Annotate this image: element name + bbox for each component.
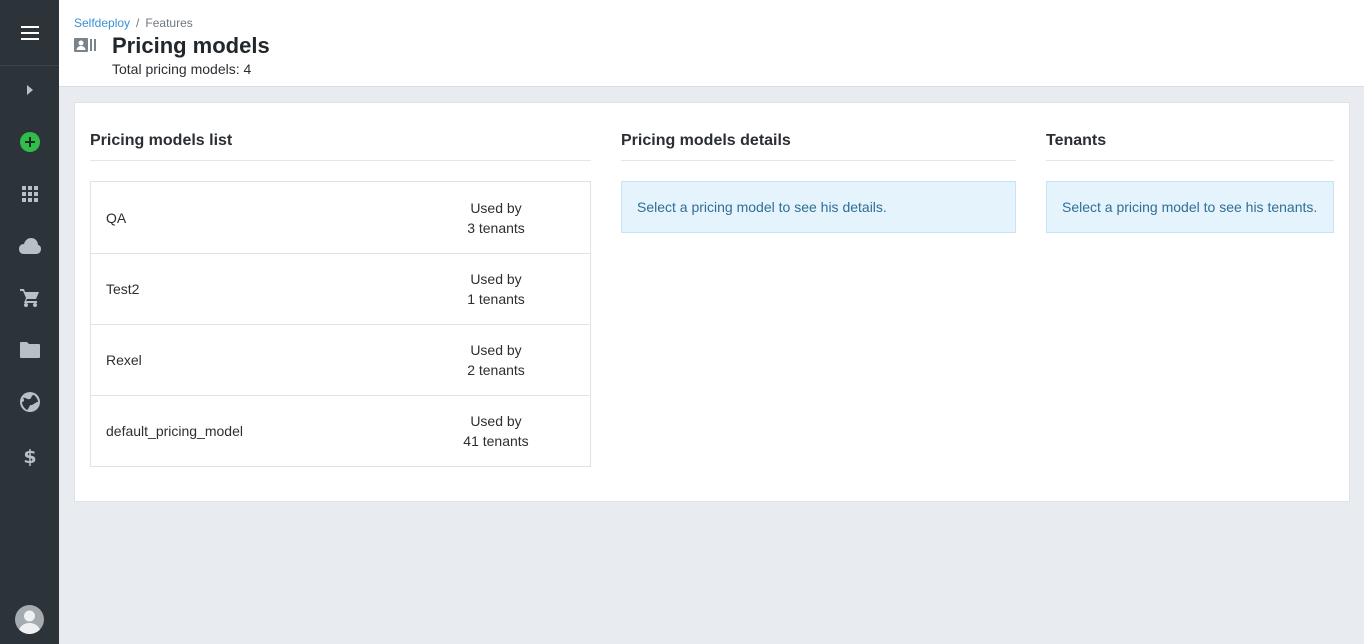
usage-label: Used by [470, 271, 522, 287]
sidebar-item-cloud[interactable] [0, 220, 59, 272]
globe-icon [19, 392, 40, 412]
sidebar-item-globe[interactable] [0, 376, 59, 428]
pricing-model-row-qa[interactable]: QA Used by 3 tenants [91, 182, 590, 253]
pricing-model-usage: Used by 2 tenants [431, 340, 561, 380]
pricing-model-name: Test2 [106, 281, 140, 297]
pricing-model-name: QA [106, 209, 127, 226]
user-avatar[interactable] [15, 605, 44, 634]
folder-icon [19, 342, 40, 358]
pricing-model-row-test2[interactable]: Test2 Used by 1 tenants [91, 253, 590, 324]
sidebar-item-apps[interactable] [0, 168, 59, 220]
pricing-model-name: default_pricing_model [106, 423, 243, 439]
pricing-model-details-panel: Pricing models details Select a pricing … [621, 103, 1016, 233]
cart-icon [19, 289, 39, 307]
pricing-models-list: QA Used by 3 tenants Test2 Used by 1 ten… [90, 181, 591, 467]
breadcrumb-separator: / [136, 16, 140, 30]
chevron-right-icon [26, 85, 33, 95]
sidebar-item-folder[interactable] [0, 324, 59, 376]
tenants-title: Tenants [1046, 103, 1334, 161]
dollar-icon: $ [23, 446, 36, 466]
sidebar-item-add[interactable] [0, 116, 59, 168]
add-icon [19, 132, 40, 152]
page-subtitle: Total pricing models: 4 [112, 61, 252, 77]
tenant-count: 2 tenants [467, 362, 525, 378]
details-info-message: Select a pricing model to see his detail… [621, 181, 1016, 233]
user-avatar-icon [18, 610, 41, 634]
usage-label: Used by [470, 413, 522, 429]
page-header: Selfdeploy / Features Pricing models Tot… [59, 0, 1364, 87]
pricing-models-list-title: Pricing models list [90, 103, 591, 161]
hamburger-menu-icon [20, 25, 39, 40]
sidebar-expand-button[interactable] [0, 66, 59, 114]
page-title: Pricing models [112, 33, 270, 58]
content-card: Pricing models list QA Used by 3 tenants… [74, 102, 1350, 502]
sidebar-menu-toggle[interactable] [0, 0, 59, 66]
pricing-model-usage: Used by 3 tenants [431, 198, 561, 238]
id-card-icon [74, 38, 96, 57]
tenant-count: 41 tenants [463, 433, 529, 449]
pricing-model-usage: Used by 1 tenants [431, 269, 561, 309]
pricing-model-usage: Used by 41 tenants [431, 411, 561, 451]
tenants-info-message: Select a pricing model to see his tenant… [1046, 181, 1334, 233]
pricing-models-list-panel: Pricing models list QA Used by 3 tenants… [90, 103, 591, 467]
apps-grid-icon [21, 186, 38, 202]
tenants-panel: Tenants Select a pricing model to see hi… [1046, 103, 1334, 233]
breadcrumb: Selfdeploy / Features [74, 16, 193, 30]
breadcrumb-current: Features [145, 16, 193, 30]
svg-text:$: $ [23, 446, 36, 466]
sidebar-item-cart[interactable] [0, 272, 59, 324]
tenant-count: 1 tenants [467, 291, 525, 307]
cloud-icon [18, 238, 41, 254]
usage-label: Used by [470, 342, 522, 358]
breadcrumb-link-selfdeploy[interactable]: Selfdeploy [74, 16, 130, 30]
tenant-count: 3 tenants [467, 219, 525, 236]
sidebar-item-billing[interactable]: $ [0, 430, 59, 482]
usage-label: Used by [470, 199, 522, 216]
pricing-model-name: Rexel [106, 352, 142, 368]
pricing-model-row-rexel[interactable]: Rexel Used by 2 tenants [91, 324, 590, 395]
pricing-model-row-default[interactable]: default_pricing_model Used by 41 tenants [91, 395, 590, 466]
pricing-model-details-title: Pricing models details [621, 103, 1016, 161]
sidebar: $ [0, 0, 59, 644]
